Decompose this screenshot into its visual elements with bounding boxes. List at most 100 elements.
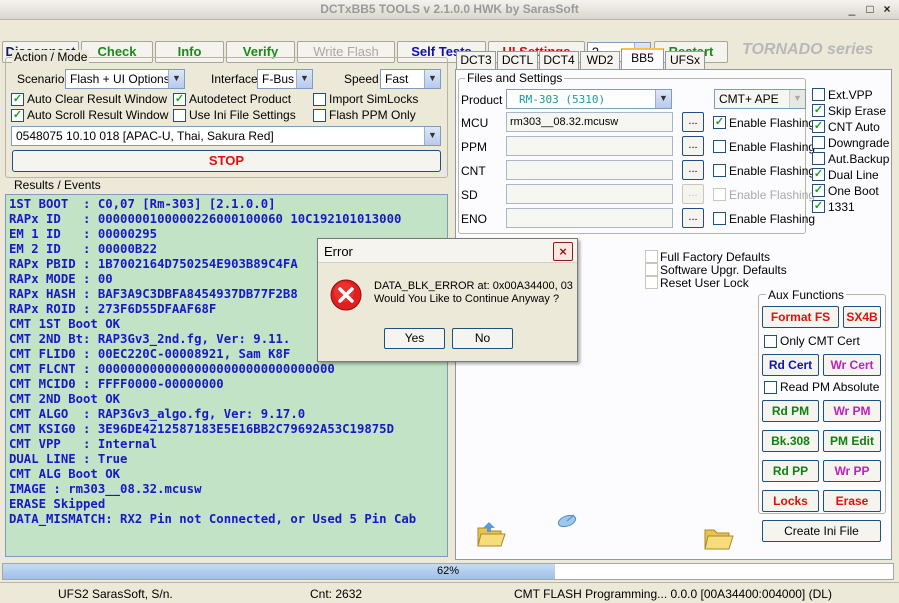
chevron-down-icon[interactable]: ▼ [424, 127, 440, 145]
tab-dct3[interactable]: DCT3 [456, 51, 496, 69]
product-code-select[interactable]: 0548075 10.10 018 [APAC-U, Thai, Sakura … [11, 126, 441, 146]
flash-ppm-label: Flash PPM Only [329, 108, 416, 122]
enable-flashing-checkbox[interactable] [713, 212, 726, 225]
rd-pm-button[interactable]: Rd PM [762, 400, 819, 422]
file-path-field[interactable]: rm303__08.32.mcusw [506, 112, 673, 132]
chevron-down-icon[interactable]: ▼ [168, 70, 184, 88]
tab-ufsx[interactable]: UFSx [665, 51, 705, 69]
interface-select[interactable]: F-Bus ▼ [257, 69, 313, 89]
wr-cert-button[interactable]: Wr Cert [823, 354, 881, 376]
browse-button[interactable]: ... [682, 184, 704, 204]
software-upgr-label: Software Upgr. Defaults [660, 263, 787, 277]
tab-dctl[interactable]: DCTL [497, 51, 538, 69]
browse-button[interactable]: ... [682, 160, 704, 180]
wr-pm-button[interactable]: Wr PM [823, 400, 881, 422]
file-path-field[interactable] [506, 160, 673, 180]
log-line: CMT KSIG0 : 3E96DE4212587183E5E16BB2C796… [9, 422, 394, 436]
rd-cert-button[interactable]: Rd Cert [762, 354, 819, 376]
auto-clear-checkbox[interactable]: ✓ [11, 93, 24, 106]
file-path-field[interactable] [506, 208, 673, 228]
autodetect-checkbox[interactable]: ✓ [173, 93, 186, 106]
file-row-label: CNT [461, 164, 486, 178]
mode-select[interactable]: CMT+ APE ▼ [714, 89, 806, 109]
option-checkbox[interactable]: ✓ [812, 168, 825, 181]
tab-wd2[interactable]: WD2 [580, 51, 620, 69]
progress-label: 62% [436, 565, 460, 577]
enable-flashing-checkbox[interactable]: ✓ [713, 116, 726, 129]
scenario-label: Scenario [17, 72, 65, 86]
log-line: CMT ALG Boot OK [9, 467, 121, 481]
option-label: Aut.Backup [828, 152, 890, 166]
tab-bb5[interactable]: BB5 [621, 48, 664, 70]
stop-button[interactable]: STOP [12, 150, 441, 172]
flash-ppm-checkbox[interactable] [313, 109, 326, 122]
folder-open-icon[interactable] [475, 518, 507, 550]
auto-clear-label: Auto Clear Result Window [27, 92, 168, 106]
interface-value: F-Bus [262, 72, 295, 86]
log-line: 1ST BOOT : C0,07 [Rm-303] [2.1.0.0] [9, 197, 276, 211]
speed-select[interactable]: Fast ▼ [380, 69, 441, 89]
tab-dct4[interactable]: DCT4 [539, 51, 579, 69]
create-ini-button[interactable]: Create Ini File [762, 520, 881, 542]
files-settings-title: Files and Settings [465, 71, 565, 85]
option-checkbox[interactable] [812, 152, 825, 165]
sx4b-button[interactable]: SX4B [843, 306, 881, 328]
action-mode-title: Action / Mode [12, 50, 90, 64]
browse-button[interactable]: ... [682, 208, 704, 228]
software-upgr-checkbox[interactable] [645, 263, 658, 276]
scenario-select[interactable]: Flash + UI Options ▼ [65, 69, 185, 89]
chevron-down-icon[interactable]: ▼ [655, 90, 671, 108]
wr-pp-button[interactable]: Wr PP [823, 460, 881, 482]
option-checkbox[interactable] [812, 88, 825, 101]
option-checkbox[interactable] [812, 136, 825, 149]
maximize-button[interactable]: □ [862, 2, 878, 17]
rd-pp-button[interactable]: Rd PP [762, 460, 819, 482]
auto-scroll-checkbox[interactable]: ✓ [11, 109, 24, 122]
option-checkbox[interactable]: ✓ [812, 184, 825, 197]
erase-button[interactable]: Erase [823, 490, 881, 512]
enable-flashing-label: Enable Flashing [729, 212, 816, 226]
read-pm-absolute-checkbox[interactable] [764, 381, 777, 394]
status-count: Cnt: 2632 [310, 587, 363, 601]
use-ini-checkbox[interactable] [173, 109, 186, 122]
browse-button[interactable]: ... [682, 136, 704, 156]
pm-edit-button[interactable]: PM Edit [823, 430, 881, 452]
error-icon [330, 279, 362, 311]
status-bar: UFS2 SarasSoft, S/n. Cnt: 2632 CMT FLASH… [0, 582, 899, 603]
import-simlocks-checkbox[interactable] [313, 93, 326, 106]
option-label: 1331 [828, 200, 855, 214]
chevron-down-icon[interactable]: ▼ [424, 70, 440, 88]
option-checkbox[interactable]: ✓ [812, 104, 825, 117]
format-fs-button[interactable]: Format FS [762, 306, 839, 328]
option-label: Downgrade [828, 136, 890, 150]
factory-defaults-checkbox[interactable] [645, 250, 658, 263]
option-checkbox[interactable]: ✓ [812, 120, 825, 133]
dialog-title: Error [324, 244, 353, 259]
chevron-down-icon[interactable]: ▼ [789, 90, 805, 108]
enable-flashing-checkbox[interactable] [713, 188, 726, 201]
close-icon[interactable]: × [553, 242, 573, 261]
no-button[interactable]: No [452, 328, 513, 349]
yes-button[interactable]: Yes [384, 328, 445, 349]
bk308-button[interactable]: Bk.308 [762, 430, 819, 452]
enable-flashing-checkbox[interactable] [713, 164, 726, 177]
log-line: IMAGE : rm303__08.32.mcusw [9, 482, 202, 496]
minimize-button[interactable]: _ [844, 2, 860, 17]
close-window-button[interactable]: × [879, 2, 895, 17]
only-cmt-cert-checkbox[interactable] [764, 335, 777, 348]
log-line: CMT FLCNT : 0000000000000000000000000000… [9, 362, 335, 376]
use-ini-label: Use Ini File Settings [189, 108, 296, 122]
file-path-field[interactable] [506, 184, 673, 204]
option-label: Ext.VPP [828, 88, 873, 102]
chevron-down-icon[interactable]: ▼ [296, 70, 312, 88]
dialog-message-line1: DATA_BLK_ERROR at: 0x00A34400, 03 [374, 280, 573, 292]
browse-button[interactable]: ... [682, 112, 704, 132]
enable-flashing-label: Enable Flashing [729, 188, 816, 202]
product-select[interactable]: RM-303 (5310) ▼ [506, 89, 672, 109]
option-checkbox[interactable]: ✓ [812, 200, 825, 213]
reset-user-lock-checkbox[interactable] [645, 276, 658, 289]
enable-flashing-checkbox[interactable] [713, 140, 726, 153]
folder-icon[interactable] [703, 524, 735, 552]
locks-button[interactable]: Locks [762, 490, 819, 512]
file-path-field[interactable] [506, 136, 673, 156]
